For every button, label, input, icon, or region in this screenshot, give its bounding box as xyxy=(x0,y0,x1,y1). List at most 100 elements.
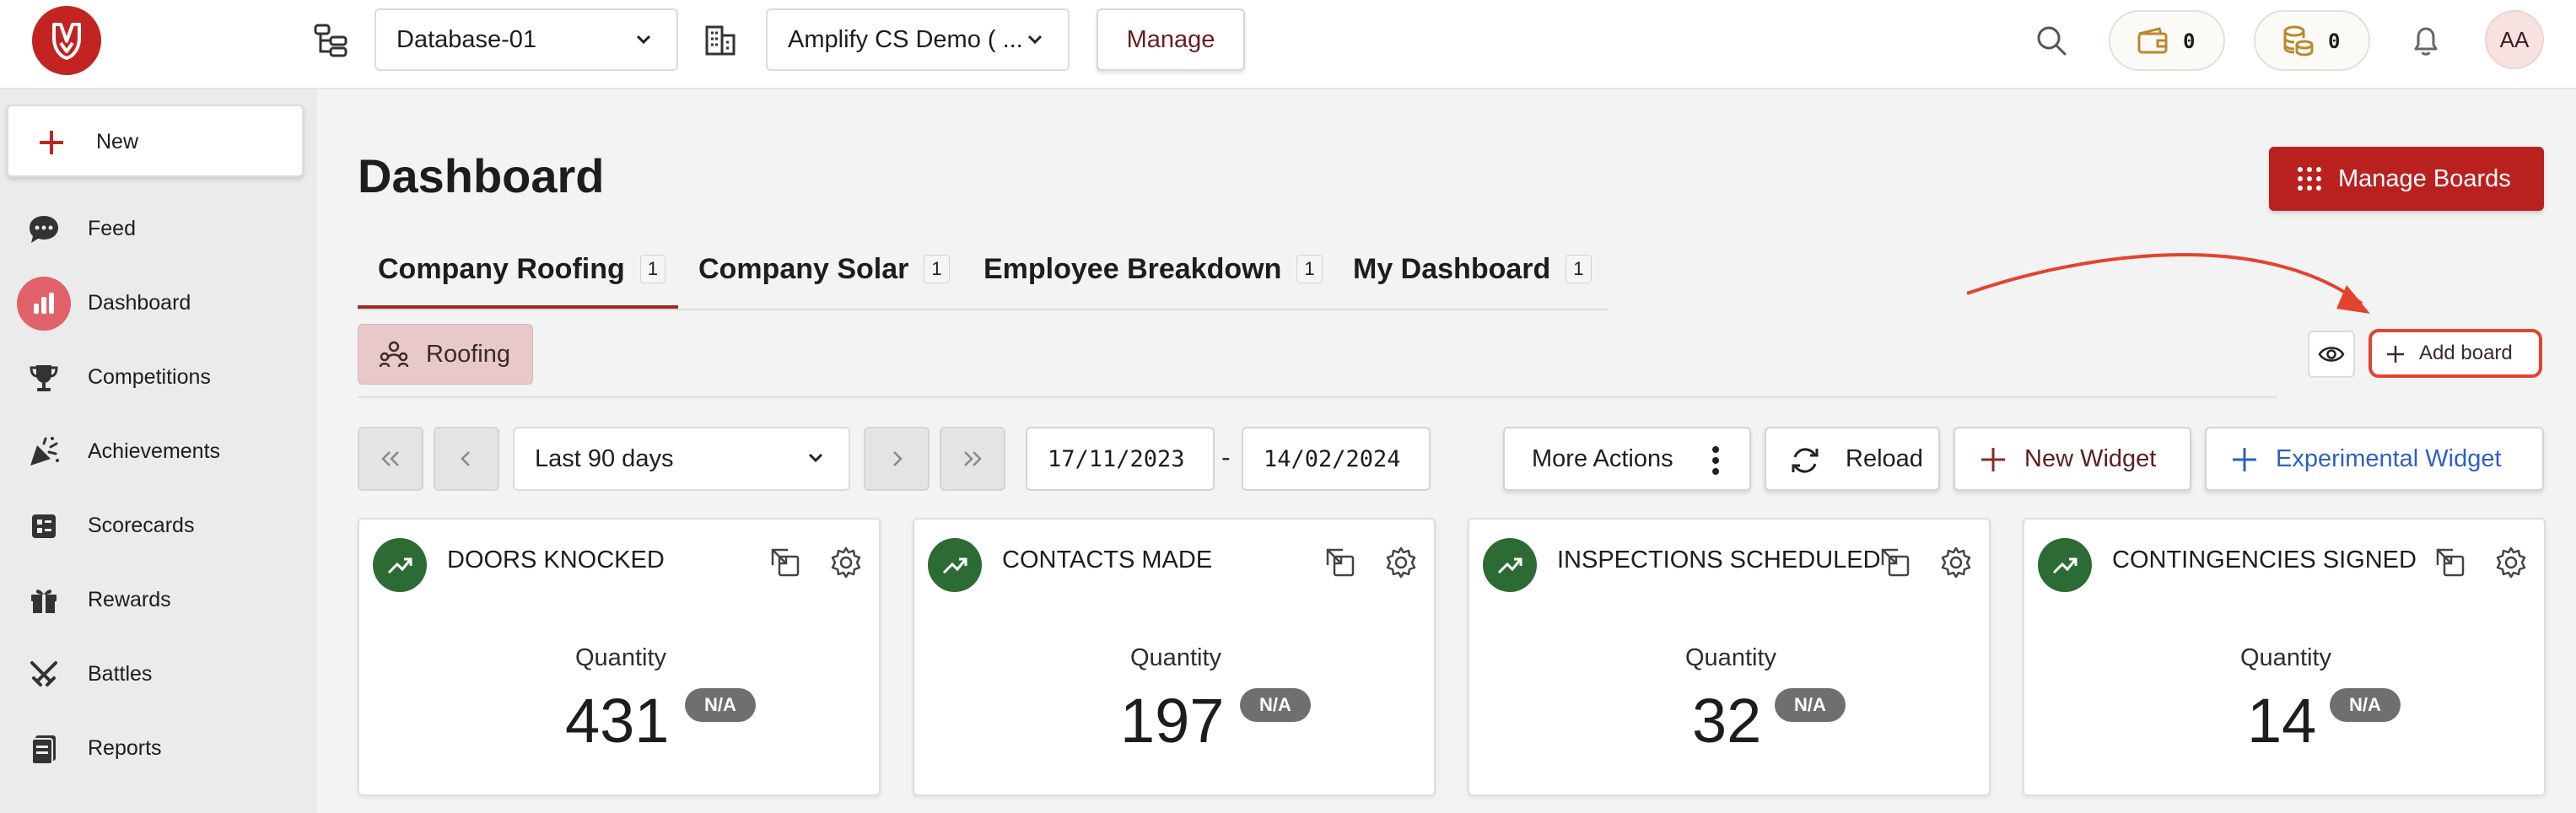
brand-logo[interactable] xyxy=(32,6,101,75)
widget-metric-label: Quantity xyxy=(575,644,666,671)
tab-my-dashboard[interactable]: My Dashboard 1 xyxy=(1353,253,1592,309)
company-select[interactable]: Amplify CS Demo ( ... xyxy=(766,8,1070,71)
widget-title: CONTACTS MADE xyxy=(1002,546,1213,573)
sidebar-item-battles[interactable]: Battles xyxy=(0,641,317,708)
sidebar: New Feed Dashboard Competitions Achievem… xyxy=(0,89,317,813)
date-range-select[interactable]: Last 90 days xyxy=(513,427,850,491)
coins-count: 0 xyxy=(2328,30,2341,53)
date-range-value: Last 90 days xyxy=(535,444,674,472)
coins-balance[interactable]: 0 xyxy=(2254,10,2370,71)
tab-label: Employee Breakdown xyxy=(984,253,1282,285)
plus-icon xyxy=(1981,448,2005,471)
scorecard-icon xyxy=(32,514,56,538)
manage-button[interactable]: Manage xyxy=(1097,8,1245,71)
new-button[interactable]: New xyxy=(7,105,304,177)
widget-metric-label: Quantity xyxy=(2240,644,2331,671)
copy-to-board-icon[interactable] xyxy=(1323,545,1358,580)
na-badge: N/A xyxy=(2330,688,2401,722)
team-icon xyxy=(379,341,409,368)
bell-icon[interactable] xyxy=(2407,22,2444,59)
eye-icon xyxy=(2318,347,2345,362)
gear-icon[interactable] xyxy=(1938,545,1974,580)
widget-value: 32 xyxy=(1692,686,1762,756)
new-widget-label: New Widget xyxy=(2024,444,2157,472)
sidebar-item-label: Rewards xyxy=(88,588,171,611)
reload-button[interactable]: Reload xyxy=(1765,427,1940,491)
add-board-button[interactable]: Add board xyxy=(2369,329,2542,378)
gear-icon[interactable] xyxy=(1383,545,1419,580)
previous-period-button[interactable] xyxy=(434,427,499,491)
tab-employee-breakdown[interactable]: Employee Breakdown 1 xyxy=(984,253,1323,309)
crossed-swords-icon xyxy=(30,661,57,686)
chevron-down-icon xyxy=(808,453,823,463)
widget-card: CONTACTS MADE Quantity 197 N/A xyxy=(913,518,1436,796)
sidebar-item-scorecards[interactable]: Scorecards xyxy=(0,493,317,560)
tab-count-badge: 1 xyxy=(639,255,666,283)
more-actions-label: More Actions xyxy=(1532,444,1673,472)
more-actions-button[interactable]: More Actions xyxy=(1503,427,1751,491)
reload-label: Reload xyxy=(1846,444,1923,472)
trend-up-icon xyxy=(373,538,427,592)
top-bar: Database-01 Amplify CS Demo ( ... Manage… xyxy=(0,0,2576,89)
trophy-icon xyxy=(30,365,58,391)
building-icon xyxy=(705,25,736,56)
page-title: Dashboard xyxy=(358,149,605,202)
database-select[interactable]: Database-01 xyxy=(375,8,678,71)
sidebar-item-label: Reports xyxy=(88,736,162,760)
copy-to-board-icon[interactable] xyxy=(2433,545,2468,580)
copy-to-board-icon[interactable] xyxy=(1878,545,1913,580)
sidebar-item-dashboard[interactable]: Dashboard xyxy=(0,270,317,337)
date-separator: - xyxy=(1221,442,1231,472)
sidebar-item-achievements[interactable]: Achievements xyxy=(0,418,317,486)
sidebar-item-rewards[interactable]: Rewards xyxy=(0,567,317,634)
end-date-input[interactable]: 14/02/2024 xyxy=(1242,427,1431,491)
chevron-down-icon xyxy=(1027,35,1043,45)
gear-icon[interactable] xyxy=(2493,545,2529,580)
tab-company-solar[interactable]: Company Solar 1 xyxy=(698,253,950,309)
jump-first-button[interactable] xyxy=(358,427,423,491)
sidebar-item-competitions[interactable]: Competitions xyxy=(0,344,317,412)
experimental-widget-button[interactable]: Experimental Widget xyxy=(2205,427,2544,491)
chevron-left-icon xyxy=(461,451,470,466)
grid-dots-icon xyxy=(2298,167,2321,191)
widget-metric-label: Quantity xyxy=(1685,644,1776,671)
sidebar-item-feed[interactable]: Feed xyxy=(0,196,317,263)
chat-bubble-icon xyxy=(30,216,58,243)
divider xyxy=(358,396,2277,398)
sidebar-item-label: Competitions xyxy=(88,365,211,389)
na-badge: N/A xyxy=(1775,688,1846,722)
gear-icon[interactable] xyxy=(828,545,864,580)
na-badge: N/A xyxy=(685,688,756,722)
annotation-arrow xyxy=(1966,253,2370,314)
user-avatar[interactable]: AA xyxy=(2485,10,2544,69)
manage-boards-button[interactable]: Manage Boards xyxy=(2269,147,2544,211)
chevron-right-icon xyxy=(893,451,903,466)
sidebar-item-reports[interactable]: Reports xyxy=(0,715,317,783)
reports-icon xyxy=(31,735,56,765)
database-select-value: Database-01 xyxy=(396,25,537,53)
jump-last-button[interactable] xyxy=(940,427,1005,491)
sidebar-item-label: Feed xyxy=(88,217,136,240)
company-select-value: Amplify CS Demo ( ... xyxy=(788,25,1023,53)
vertical-dots-icon xyxy=(1712,446,1719,475)
widget-value: 431 xyxy=(565,686,670,756)
widget-metric-label: Quantity xyxy=(1130,644,1221,671)
tab-count-badge: 1 xyxy=(924,255,950,283)
gift-icon xyxy=(31,590,57,613)
widget-card: INSPECTIONS SCHEDULED Quantity 32 N/A xyxy=(1468,518,1991,796)
reload-icon xyxy=(1792,448,1819,473)
active-tab-indicator xyxy=(358,305,678,309)
add-board-label: Add board xyxy=(2419,342,2513,364)
wallet-balance[interactable]: 0 xyxy=(2109,10,2225,71)
widget-value: 14 xyxy=(2247,686,2317,756)
start-date-input[interactable]: 17/11/2023 xyxy=(1026,427,1215,491)
board-chip-roofing[interactable]: Roofing xyxy=(358,324,533,385)
tab-company-roofing[interactable]: Company Roofing 1 xyxy=(378,253,666,309)
search-icon[interactable] xyxy=(2033,22,2070,59)
hierarchy-icon[interactable] xyxy=(312,22,349,59)
copy-to-board-icon[interactable] xyxy=(768,545,803,580)
visibility-toggle[interactable] xyxy=(2308,331,2355,378)
new-widget-button[interactable]: New Widget xyxy=(1954,427,2191,491)
next-period-button[interactable] xyxy=(864,427,930,491)
board-chip-label: Roofing xyxy=(426,340,510,368)
